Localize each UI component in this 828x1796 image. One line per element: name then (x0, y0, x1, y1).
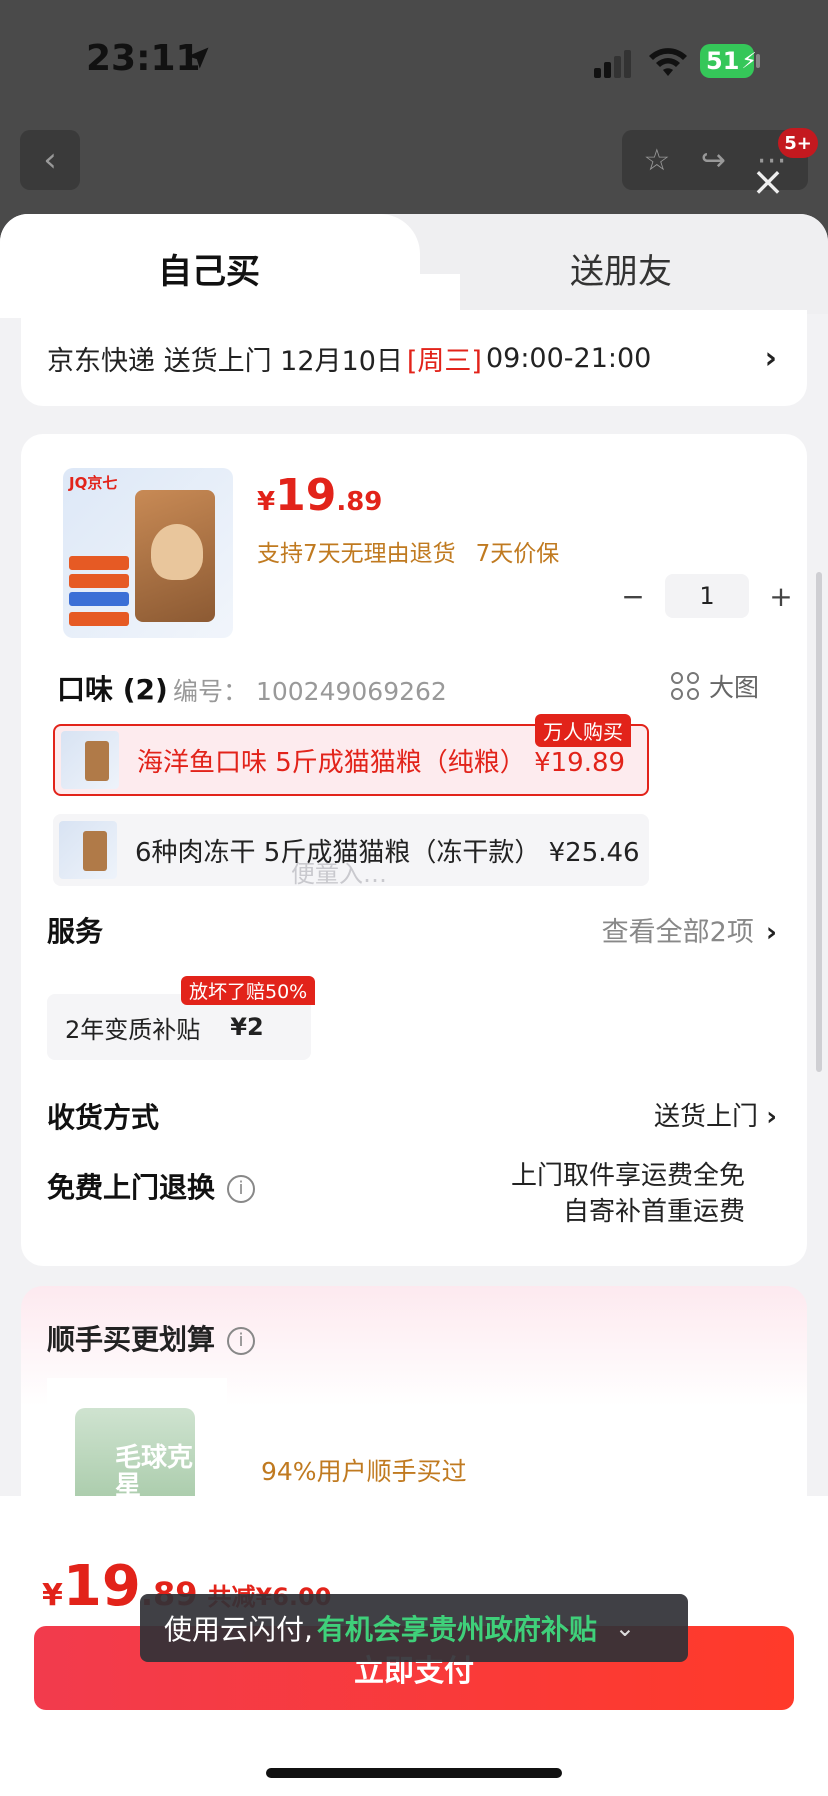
quantity-stepper: − 1 + (613, 574, 801, 618)
battery-tip (756, 54, 760, 68)
total-integer: 19 (62, 1554, 141, 1619)
free-return-label: 免费上门退换 (47, 1171, 216, 1204)
brand-logo: JQ京七 (69, 474, 118, 492)
info-icon[interactable]: i (227, 1175, 256, 1203)
battery-icon: 51 ⚡ (700, 44, 757, 78)
image-tag (69, 574, 129, 588)
addon-title: 顺手买更划算 i (47, 1318, 256, 1358)
image-tag (69, 592, 129, 606)
addon-title-label: 顺手买更划算 (47, 1323, 216, 1356)
location-arrow-icon (187, 47, 209, 69)
info-icon[interactable]: i (227, 1327, 256, 1355)
increment-button[interactable]: + (761, 580, 801, 613)
service-option-price: ¥2 (230, 1013, 264, 1041)
guarantee-line: 支持7天无理由退货 7天价保 (257, 534, 559, 568)
quantity-input[interactable]: 1 (665, 574, 749, 618)
watermark: 便童入… (291, 860, 387, 888)
free-return-title: 免费上门退换 i (47, 1166, 256, 1206)
free-return-line: 自寄补首重运费 (562, 1197, 745, 1227)
option-thumbnail (59, 821, 117, 879)
price-decimal: .89 (336, 487, 383, 517)
message-badge: 5+ (778, 128, 818, 158)
big-view-label: 大图 (709, 673, 760, 702)
delivery-window: 09:00-21:00 (485, 342, 652, 374)
unit-price: ¥19.89 (257, 470, 382, 521)
chevron-right-icon: › (764, 340, 777, 376)
chevron-left-icon: ‹ (43, 140, 57, 180)
free-return-detail: 上门取件享运费全免 自寄补首重运费 (511, 1158, 745, 1230)
delivery-weekday: [周三] (406, 345, 482, 377)
option-thumbnail (61, 731, 119, 789)
purchase-tabs: 自己买 送朋友 (0, 214, 828, 318)
popular-badge: 万人购买 (535, 714, 631, 747)
delivery-carrier: 京东快递 送货上门 12月10日 (47, 345, 403, 377)
big-view-button[interactable]: 大图 (671, 668, 759, 704)
close-icon[interactable]: × (750, 162, 786, 202)
chevron-down-icon: ⌄ (614, 1614, 636, 1642)
share-icon[interactable]: ↪ (701, 143, 726, 178)
home-indicator (266, 1768, 562, 1778)
status-bar: 23:11 51 ⚡ (0, 0, 828, 120)
star-icon[interactable]: ☆ (643, 143, 670, 178)
addon-subtitle: 94%用户顺手买过 (261, 1457, 467, 1486)
free-return-line: 上门取件享运费全免 (510, 1161, 745, 1191)
scrollbar[interactable] (816, 572, 822, 1072)
toast-highlight: 有机会享贵州政府补贴 (316, 1613, 597, 1646)
shipping-method-value[interactable]: 送货上门 › (654, 1096, 777, 1133)
cat-figure (151, 524, 203, 580)
image-tag (69, 612, 129, 626)
delivery-row[interactable]: 京东快递 送货上门 12月10日 [周三] 09:00-21:00 › (21, 310, 807, 406)
tab-buy-for-self[interactable]: 自己买 (158, 244, 260, 293)
cellular-signal-icon (594, 50, 631, 78)
shipping-method-label: 送货上门 (654, 1102, 759, 1132)
decrement-button[interactable]: − (613, 580, 653, 613)
image-tag (69, 556, 129, 570)
tab-send-to-friend[interactable]: 送朋友 (570, 244, 672, 293)
service-title: 服务 (47, 915, 104, 948)
wifi-icon (649, 48, 687, 76)
guarantee-price: 7天价保 (475, 541, 560, 567)
toast-prefix: 使用云闪付, (164, 1613, 313, 1646)
option-label: 海洋鱼口味 5斤成猫猫粮（纯粮） ¥19.89 (137, 747, 626, 778)
chevron-right-icon: › (766, 1102, 777, 1132)
service-view-all-label: 查看全部2项 (601, 917, 754, 948)
service-badge: 放坏了赔50% (181, 976, 316, 1005)
grid-icon (671, 672, 699, 700)
shipping-method-title: 收货方式 (47, 1101, 160, 1134)
back-button[interactable]: ‹ (20, 130, 80, 190)
flavor-title: 口味 (2) (57, 673, 168, 706)
addon-product-text: 毛球克星 (115, 1443, 194, 1501)
price-integer: 19 (275, 470, 337, 521)
product-card: JQ京七 ¥19.89 支持7天无理由退货 7天价保 − 1 + 口味 (2) 编… (21, 434, 807, 1266)
sku-number: 编号： 100249069262 (173, 677, 447, 706)
total-currency: ¥ (42, 1578, 63, 1613)
battery-level: 51 (706, 47, 740, 75)
service-option-label: 2年变质补贴 (65, 1015, 201, 1044)
product-image[interactable]: JQ京七 (63, 468, 233, 638)
guarantee-return: 支持7天无理由退货 (257, 541, 456, 567)
payment-promo-toast[interactable]: 使用云闪付, 有机会享贵州政府补贴 ⌄ (140, 1594, 688, 1662)
option-label: 6种肉冻干 5斤成猫猫粮（冻干款） ¥25.46 (135, 837, 640, 868)
service-view-all[interactable]: 查看全部2项 › (602, 910, 777, 949)
chevron-right-icon: › (765, 917, 777, 948)
price-currency: ¥ (257, 487, 276, 517)
